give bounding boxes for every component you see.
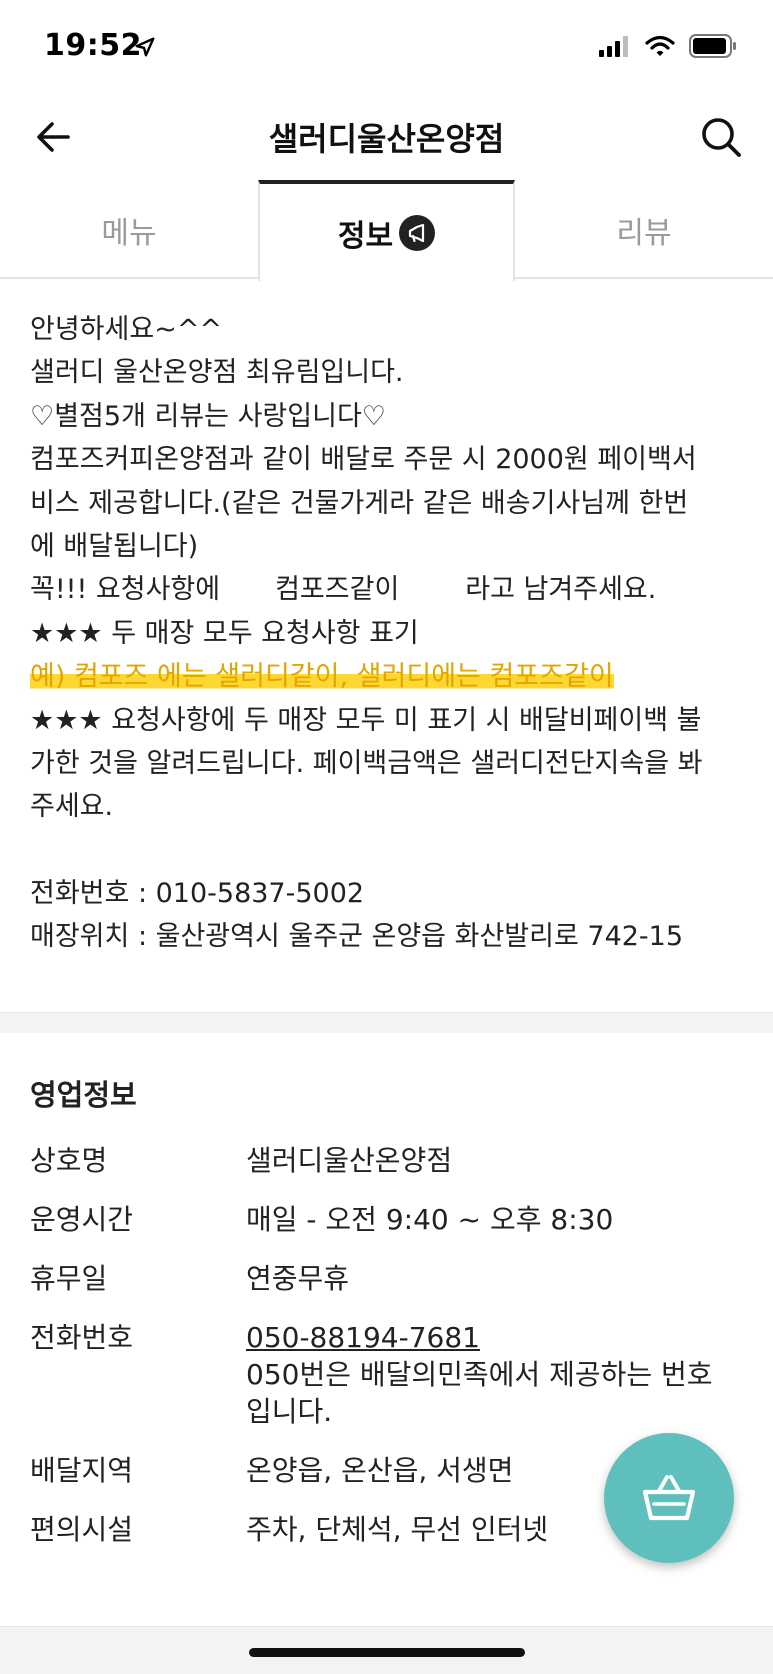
request-suffix: 라고 남겨주세요.: [465, 574, 657, 606]
tab-review[interactable]: 리뷰: [515, 180, 773, 279]
info-value: 연중무휴: [246, 1262, 350, 1295]
notice-warning-line: 주세요.: [30, 791, 114, 823]
notice-line: 샐러디 울산온양점 최유림입니다.: [30, 357, 404, 389]
notice-line: 컴포즈커피온양점과 같이 배달로 주문 시 2000원 페이백서: [30, 444, 697, 476]
phone-note: 050번은 배달의민족에서 제공하는 번호: [246, 1358, 713, 1391]
store-notice: 안녕하세요~^^ 샐러디 울산온양점 최유림입니다. ♡별점5개 리뷰는 사랑입…: [30, 308, 750, 959]
notice-spacer: [30, 829, 750, 872]
cart-basket-icon: [642, 1475, 696, 1521]
tab-info-label: 정보: [337, 218, 394, 254]
notice-warning-line: ★★★ 요청사항에 두 매장 모두 미 표기 시 배달비페이백 불: [30, 704, 702, 736]
wifi-icon: [645, 35, 675, 61]
phone-link[interactable]: 050-88194-7681: [246, 1321, 480, 1354]
phone-note: 입니다.: [246, 1395, 333, 1428]
info-row-phone: 전화번호 050-88194-7681 050번은 배달의민족에서 제공하는 번…: [30, 1319, 750, 1430]
tab-bar: 메뉴 정보 리뷰: [0, 180, 773, 281]
notice-highlight-line: 예) 컴포즈 에는 샐러디같이, 샐러디에는 컴포즈같이: [30, 655, 750, 698]
notice-line: 에 배달됩니다): [30, 531, 199, 563]
section-divider: [0, 1012, 773, 1033]
location-arrow-icon: [134, 36, 156, 62]
info-row-holiday: 휴무일 연중무휴: [30, 1260, 750, 1297]
info-key: 운영시간: [30, 1203, 134, 1236]
notice-phone: 전화번호 : 010-5837-5002: [30, 877, 365, 909]
info-row-hours: 운영시간 매일 - 오전 9:40 ~ 오후 8:30: [30, 1201, 750, 1238]
info-value: 050-88194-7681 050번은 배달의민족에서 제공하는 번호 입니다…: [246, 1319, 750, 1430]
request-keyword: 컴포즈같이: [275, 574, 400, 606]
notice-warning-line: 가한 것을 알려드립니다. 페이백금액은 샐러디전단지속을 봐: [30, 748, 703, 780]
tab-review-label: 리뷰: [616, 215, 672, 251]
info-key: 배달지역: [30, 1454, 134, 1487]
info-value: 샐러디울산온양점: [246, 1144, 453, 1177]
info-key: 상호명: [30, 1144, 108, 1177]
status-icons: [599, 34, 737, 62]
status-time: 19:52: [44, 28, 142, 63]
tab-menu-label: 메뉴: [101, 215, 157, 251]
tab-info[interactable]: 정보: [258, 180, 515, 281]
info-value: 매일 - 오전 9:40 ~ 오후 8:30: [246, 1203, 614, 1236]
notice-line: 안녕하세요~^^: [30, 314, 223, 345]
cart-button[interactable]: [604, 1433, 734, 1563]
info-key: 전화번호: [30, 1321, 134, 1354]
signal-icon: [599, 35, 631, 61]
page-title: 샐러디울산온양점: [268, 120, 505, 158]
info-key: 편의시설: [30, 1513, 134, 1546]
notice-location: 매장위치 : 울산광역시 울주군 온양읍 화산발리로 742-15: [30, 921, 684, 953]
notice-request-line: 꼭!!! 요청사항에 컴포즈같이 라고 남겨주세요.: [30, 568, 750, 611]
highlighted-example: 예) 컴포즈 에는 샐러디같이, 샐러디에는 컴포즈같이: [30, 661, 614, 693]
notice-star-line: ★★★ 두 매장 모두 요청사항 표기: [30, 617, 419, 649]
info-row-name: 상호명 샐러디울산온양점: [30, 1142, 750, 1179]
request-prefix: 꼭!!! 요청사항에: [30, 574, 221, 606]
home-indicator: [249, 1648, 525, 1657]
search-icon: [702, 118, 741, 157]
tab-menu[interactable]: 메뉴: [0, 180, 258, 279]
megaphone-icon: [399, 214, 436, 251]
notice-line: ♡별점5개 리뷰는 사랑입니다♡: [30, 400, 386, 432]
notice-line: 비스 제공합니다.(같은 건물가게라 같은 배송기사님께 한번: [30, 487, 689, 519]
info-key: 휴무일: [30, 1262, 108, 1295]
status-bar: 19:52: [0, 0, 773, 100]
header: 샐러디울산온양점: [0, 100, 773, 180]
business-info-title: 영업정보: [30, 1078, 137, 1112]
search-button[interactable]: [699, 115, 743, 159]
battery-icon: [689, 34, 737, 62]
